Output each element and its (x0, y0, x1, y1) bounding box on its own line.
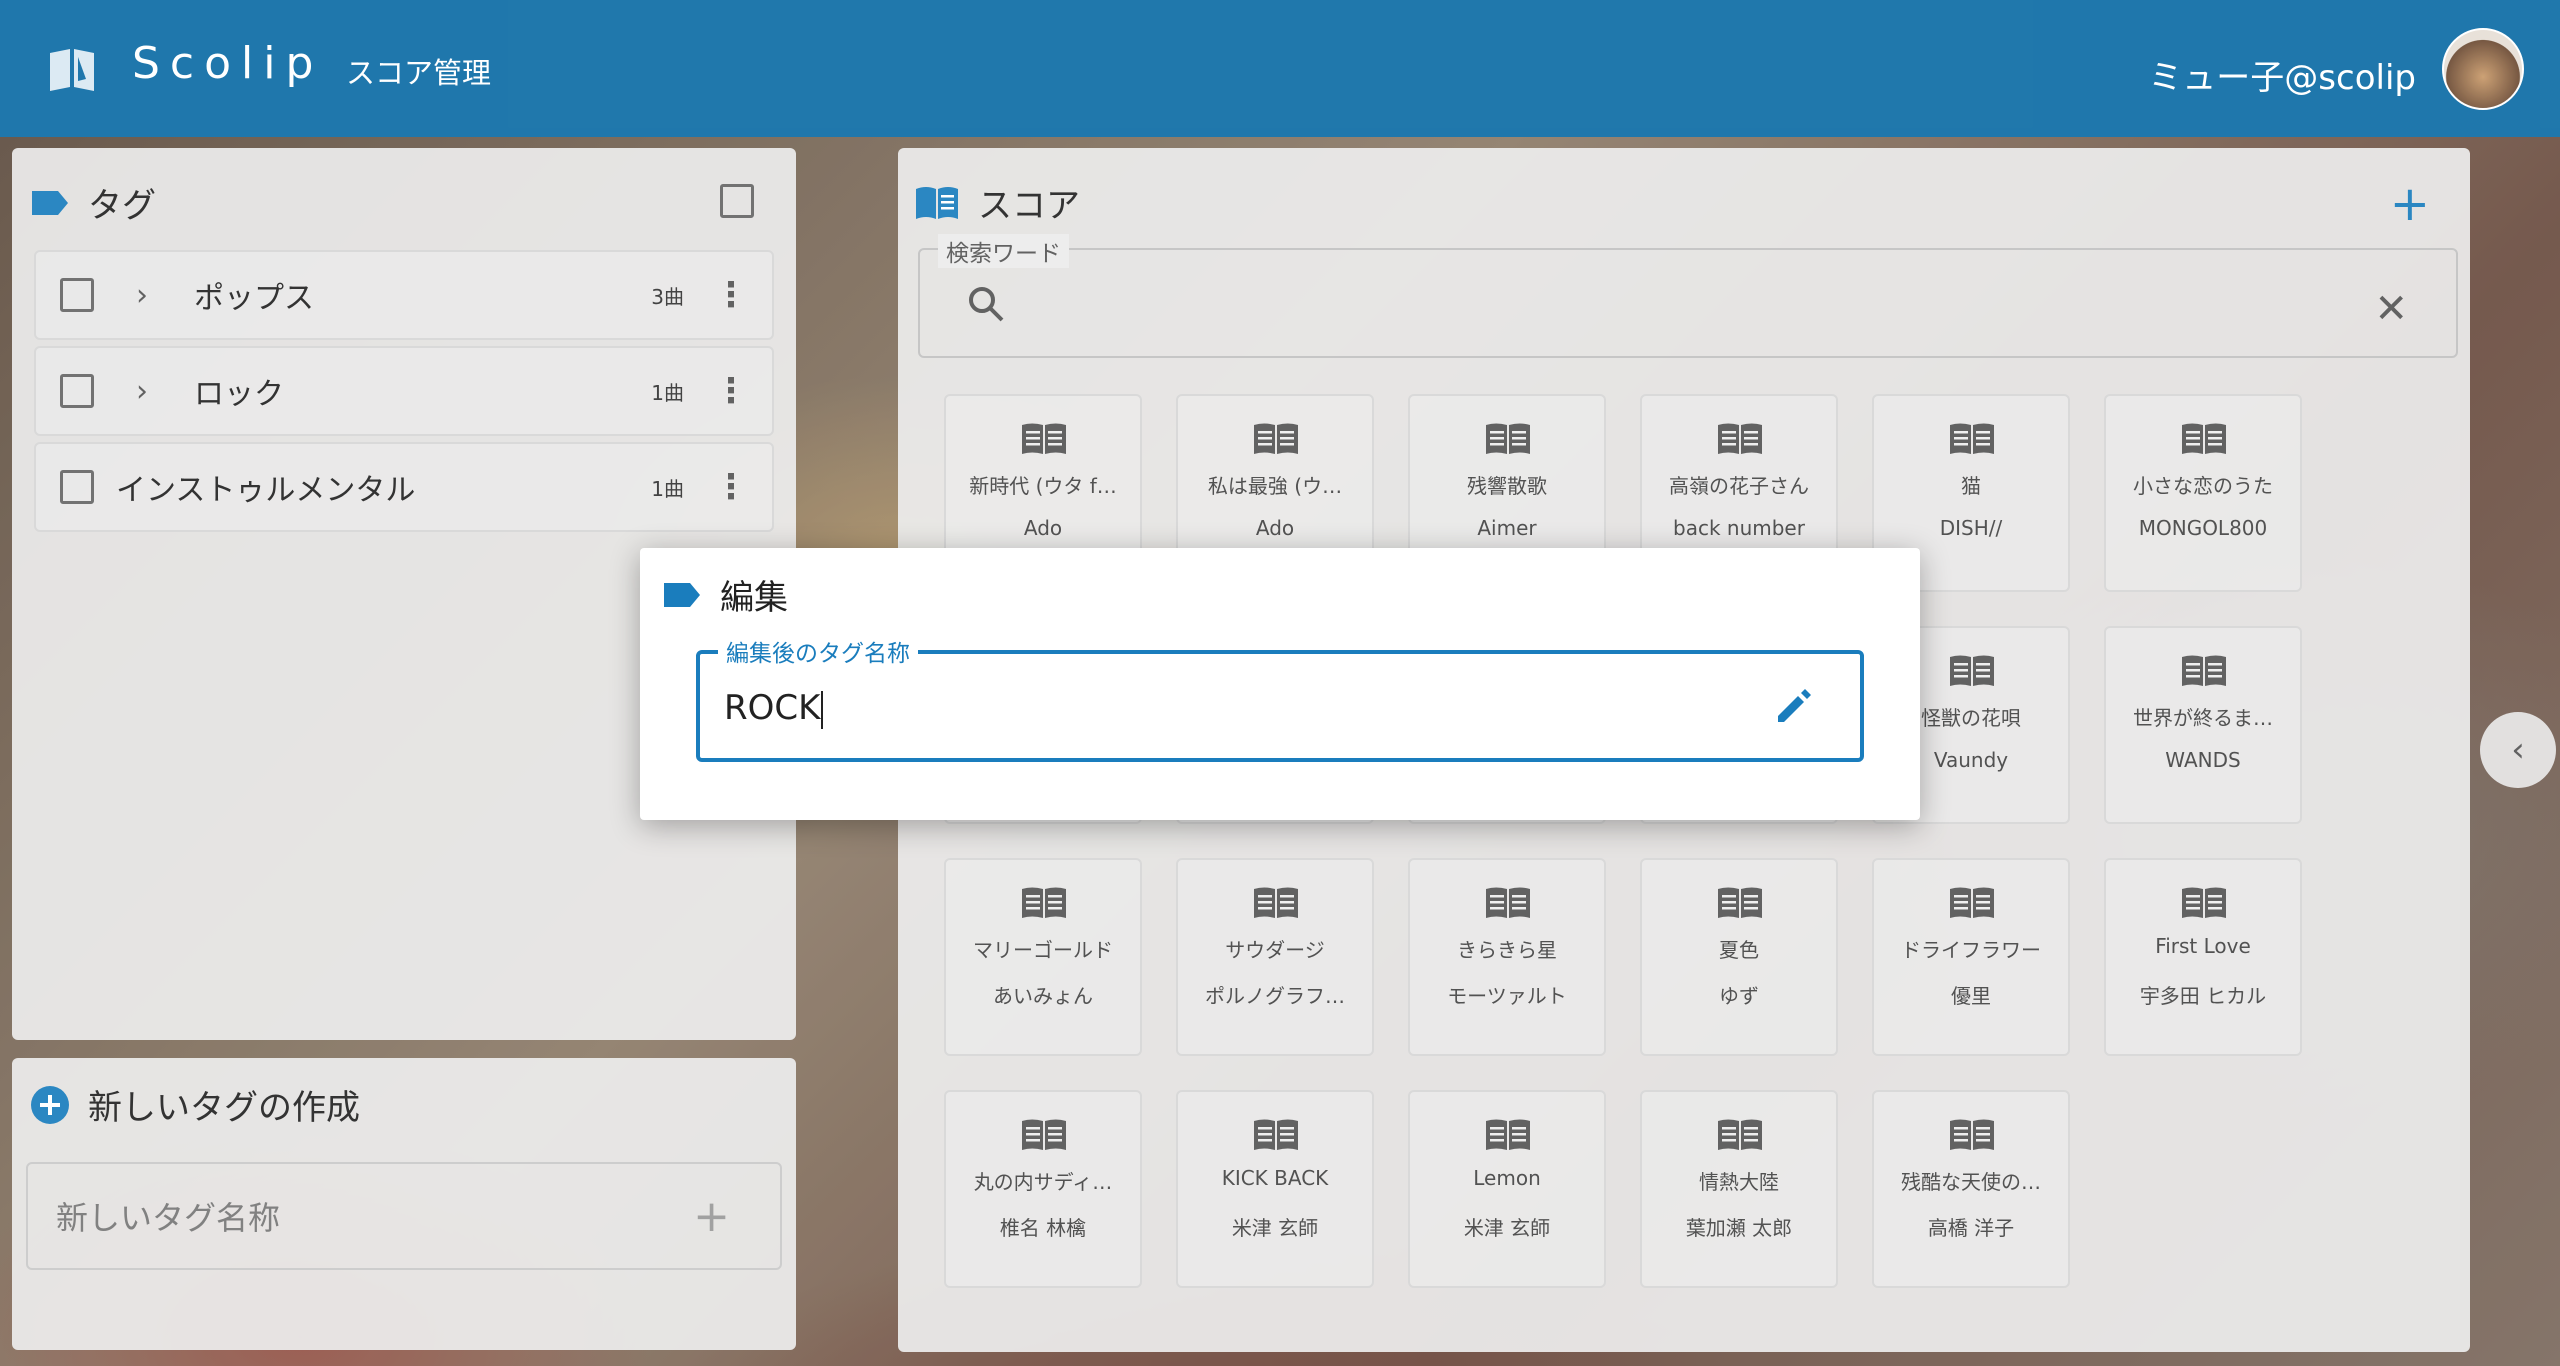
edit-field-value: ROCK (724, 688, 824, 729)
dialog-title: 編集 (720, 578, 788, 618)
pencil-icon[interactable] (1772, 684, 1816, 728)
edit-tag-dialog: 編集 編集後のタグ名称 ROCK (640, 548, 1920, 820)
tag-name-edit-field[interactable]: 編集後のタグ名称 ROCK (696, 634, 1864, 762)
edit-field-label: 編集後のタグ名称 (718, 634, 918, 668)
tag-icon (664, 582, 700, 607)
dialog-header: 編集 (662, 570, 788, 619)
